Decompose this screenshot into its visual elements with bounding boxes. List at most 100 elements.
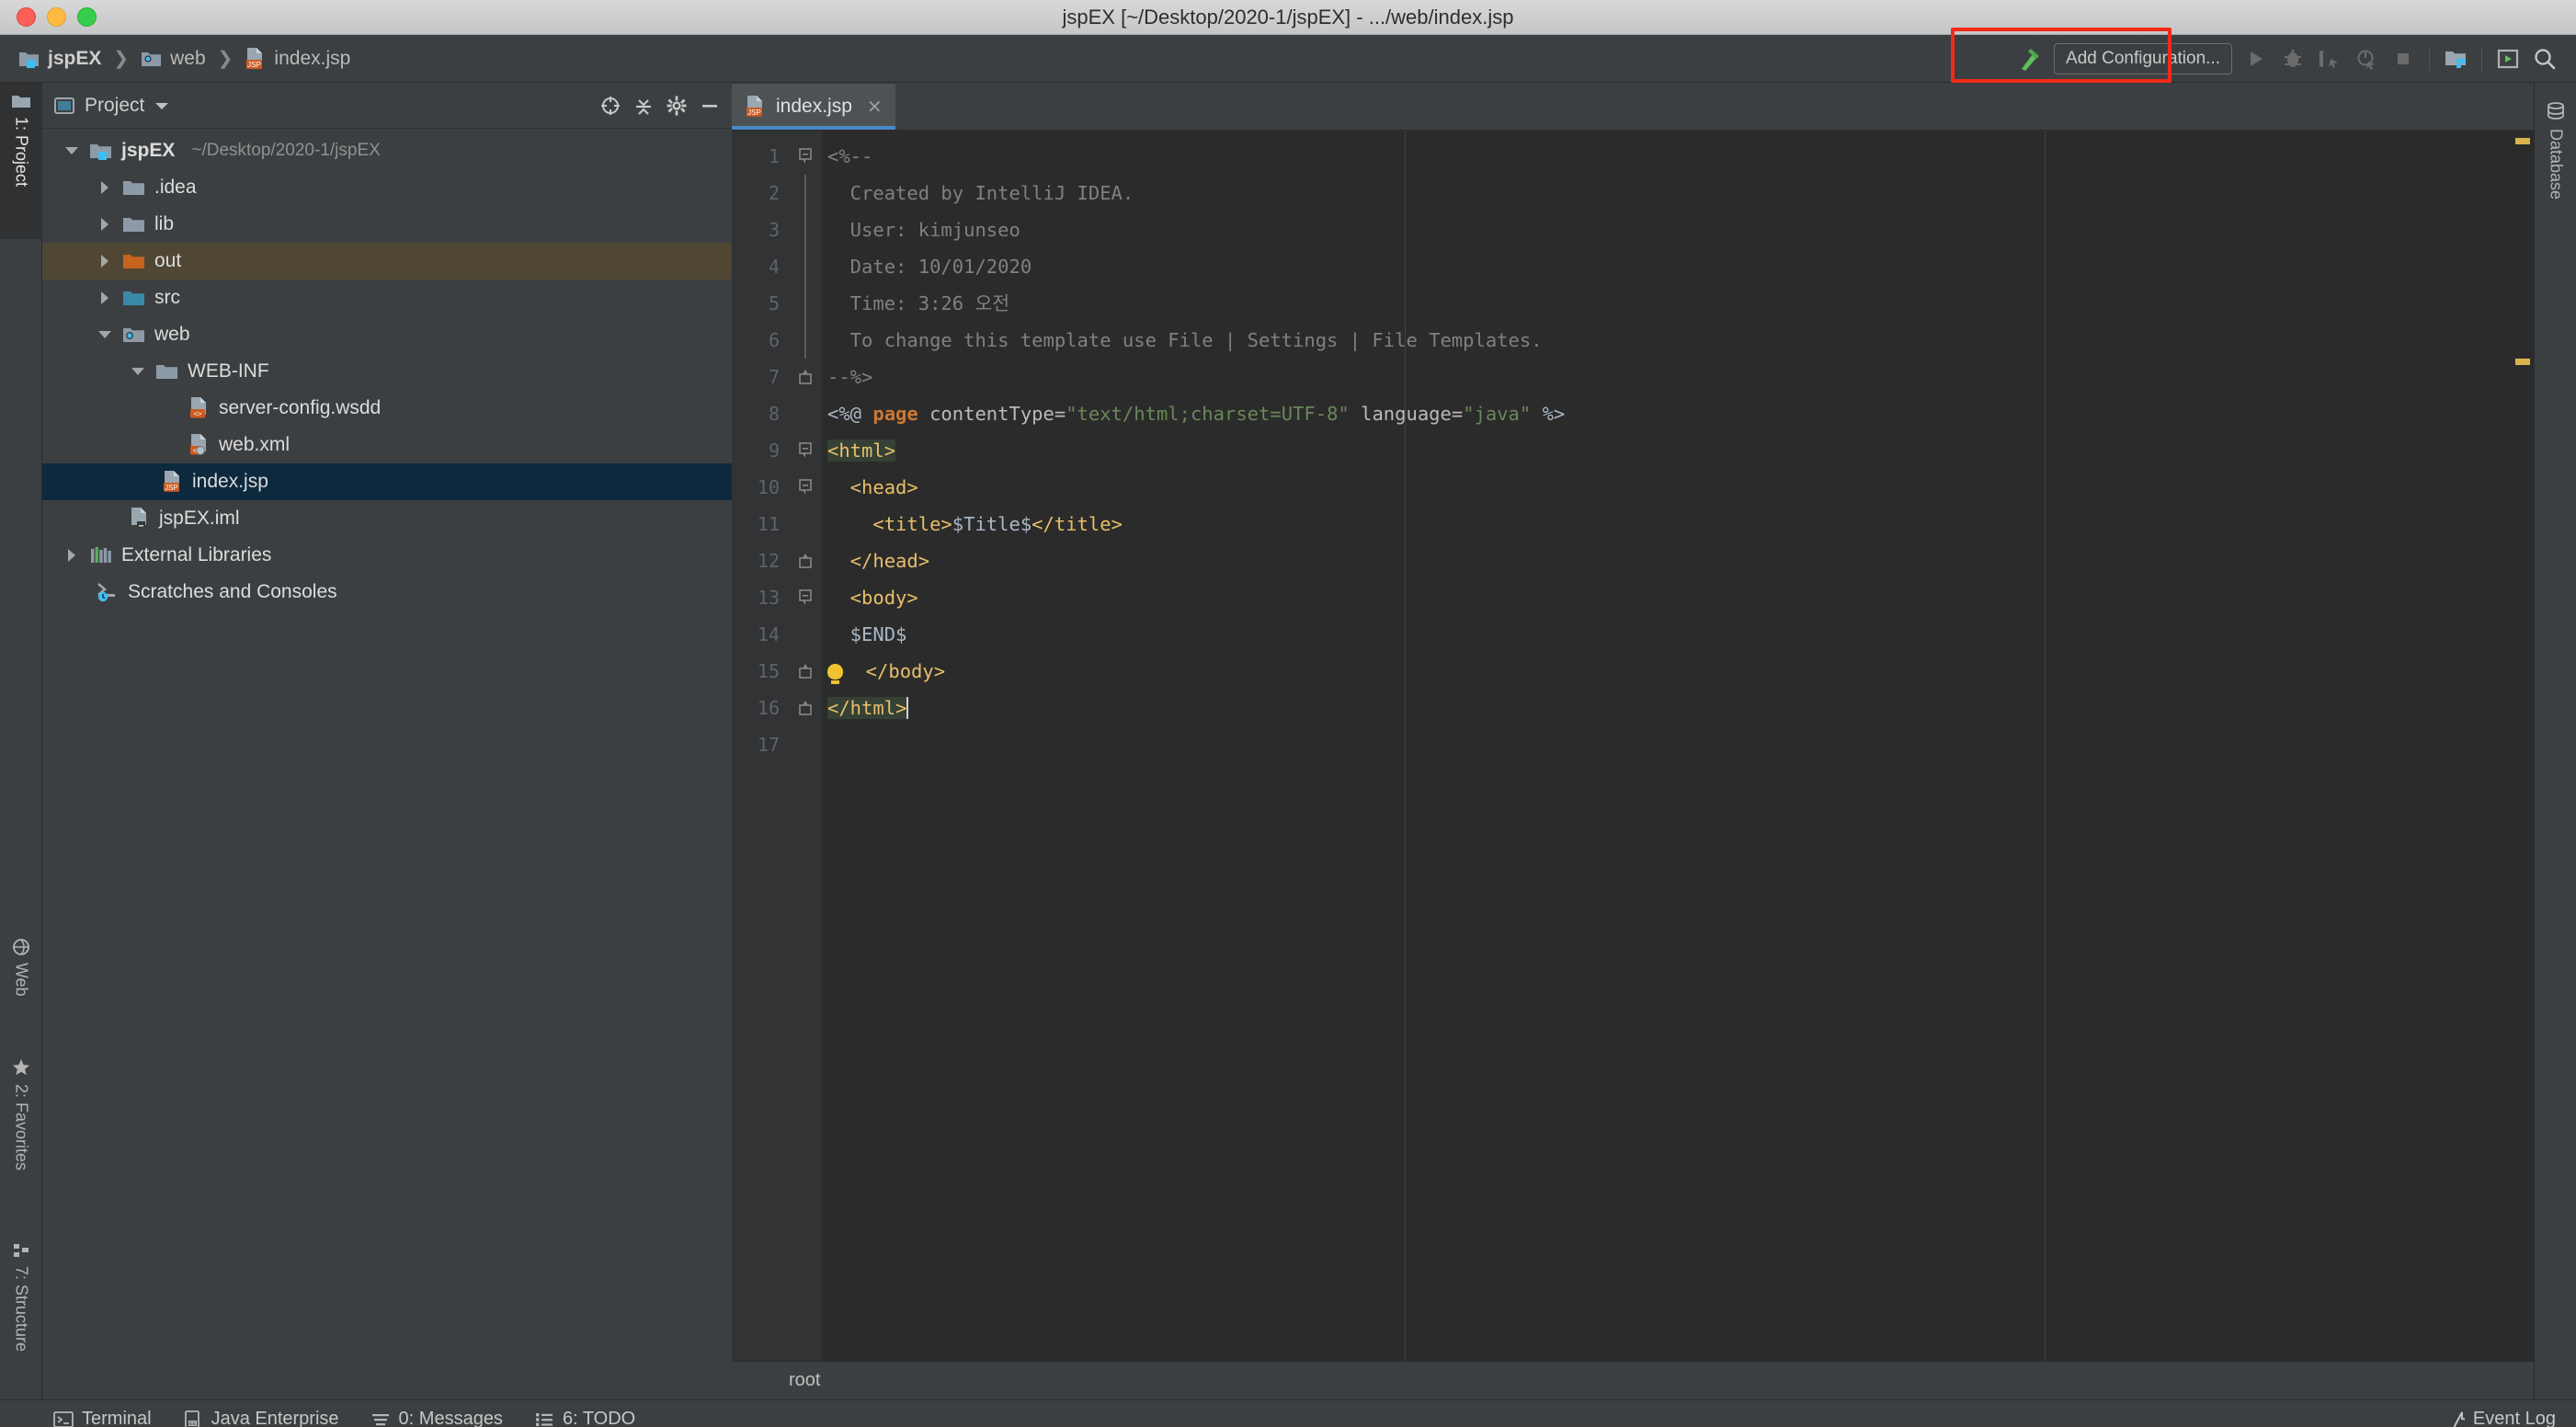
run-with-coverage-icon[interactable] [2311, 40, 2348, 77]
sidebar-item-web[interactable]: Web [0, 929, 42, 1039]
event-log-button[interactable]: Event Log [2445, 1409, 2576, 1427]
tree-node-server-config[interactable]: <> server-config.wsdd [42, 390, 732, 427]
twisty-right-icon[interactable] [96, 215, 114, 234]
tree-node-label: jspEX.iml [159, 508, 240, 529]
close-icon[interactable]: ✕ [867, 96, 883, 119]
java-enterprise-icon: EE [183, 1410, 203, 1427]
project-tree[interactable]: jspEX ~/Desktop/2020-1/jspEX .idea lib o… [42, 129, 732, 1399]
sidebar-item-database[interactable]: Database [2535, 94, 2576, 200]
breadcrumb-label: web [170, 47, 206, 69]
tool-window-messages[interactable]: 0: Messages [370, 1409, 503, 1427]
warning-marker[interactable] [2515, 359, 2530, 365]
svg-text:JSP: JSP [747, 108, 761, 117]
stop-icon[interactable] [2385, 40, 2422, 77]
close-button[interactable] [17, 7, 36, 27]
tree-node-label: web [154, 324, 190, 345]
locate-icon[interactable] [599, 95, 621, 117]
tree-node-idea[interactable]: .idea [42, 169, 732, 206]
fold-end-icon[interactable] [789, 359, 822, 395]
chevron-down-icon[interactable] [154, 99, 170, 112]
line-number: 16 [757, 697, 780, 719]
intention-bulb-icon[interactable] [827, 664, 843, 684]
error-stripe-marker-bar[interactable] [2510, 131, 2534, 1361]
run-icon[interactable] [2238, 40, 2274, 77]
breadcrumb-item-project[interactable]: jspEX [15, 46, 105, 72]
breadcrumb-item-web[interactable]: web [137, 46, 210, 72]
tree-node-lib[interactable]: lib [42, 206, 732, 243]
tree-node-scratches[interactable]: Scratches and Consoles [42, 574, 732, 611]
fold-start-icon[interactable] [789, 432, 822, 469]
tree-node-web[interactable]: web [42, 316, 732, 353]
twisty-right-icon[interactable] [96, 252, 114, 270]
twisty-down-icon[interactable] [129, 362, 147, 381]
tree-node-web-xml[interactable]: < web.xml [42, 427, 732, 463]
tool-window-label: Terminal [82, 1409, 152, 1427]
code-token: <%@ [827, 403, 873, 425]
twisty-down-icon[interactable] [63, 142, 81, 160]
code-line-1: <%-- [827, 145, 873, 167]
breadcrumb-item-file[interactable]: JSP index.jsp [241, 45, 354, 73]
main-toolbar: Add Configuration... [2012, 40, 2576, 77]
tree-node-jspEX[interactable]: jspEX ~/Desktop/2020-1/jspEX [42, 132, 732, 169]
collapse-all-icon[interactable] [633, 95, 655, 117]
code-line-15: </body> [843, 660, 946, 682]
tree-node-external-libraries[interactable]: External Libraries [42, 537, 732, 574]
build-hammer-icon[interactable] [2012, 40, 2048, 77]
fold-start-icon[interactable] [789, 138, 822, 175]
tool-window-java-enterprise[interactable]: EE Java Enterprise [183, 1409, 339, 1427]
twisty-right-icon[interactable] [63, 546, 81, 565]
fold-end-icon[interactable] [789, 690, 822, 726]
bottom-tool-window-bar: Terminal EE Java Enterprise 0: Messages … [0, 1399, 2576, 1427]
hide-icon[interactable] [699, 95, 721, 117]
window-title: jspEX [~/Desktop/2020-1/jspEX] - .../web… [1062, 5, 1514, 29]
sidebar-item-project[interactable]: 1: Project [0, 83, 42, 239]
search-everywhere-icon[interactable] [2526, 40, 2563, 77]
tab-index-jsp[interactable]: JSP index.jsp ✕ [732, 84, 895, 130]
web-folder-icon [141, 49, 163, 69]
code-token-keyword: page [872, 403, 918, 425]
tree-node-label: .idea [154, 177, 197, 198]
code-editor[interactable]: 1 2 3 4 5 6 7 8 9 10 11 12 13 14 15 16 1… [732, 131, 2534, 1361]
update-project-icon[interactable] [2490, 40, 2526, 77]
twisty-down-icon[interactable] [96, 325, 114, 344]
tree-node-label: src [154, 287, 180, 308]
warning-marker[interactable] [2515, 138, 2530, 144]
tree-node-index-jsp[interactable]: JSP index.jsp [42, 463, 732, 500]
add-configuration-button[interactable]: Add Configuration... [2054, 42, 2232, 74]
tree-node-src[interactable]: src [42, 280, 732, 316]
debug-icon[interactable] [2274, 40, 2311, 77]
fold-start-icon[interactable] [789, 469, 822, 506]
event-log-icon [2445, 1410, 2465, 1427]
code-text[interactable]: <%-- Created by IntelliJ IDEA. User: kim… [822, 131, 2510, 1361]
twisty-right-icon[interactable] [96, 289, 114, 307]
svg-text:EE: EE [188, 1421, 196, 1427]
fold-end-icon[interactable] [789, 653, 822, 690]
tool-window-terminal[interactable]: Terminal [53, 1409, 152, 1427]
profile-icon[interactable] [2348, 40, 2385, 77]
sidebar-item-favorites[interactable]: 2: Favorites [0, 1048, 42, 1223]
code-line-10: <head> [827, 476, 918, 498]
tree-node-label: jspEX [121, 140, 176, 161]
tree-node-out[interactable]: out [42, 243, 732, 280]
sidebar-item-structure[interactable]: 7: Structure [0, 1232, 42, 1407]
code-folding-gutter[interactable] [789, 131, 822, 1361]
twisty-right-icon[interactable] [96, 178, 114, 197]
toolbar-divider [2481, 46, 2482, 71]
xml-file-icon: <> [188, 396, 211, 420]
project-panel-header: Project [42, 83, 732, 129]
editor-breadcrumb[interactable]: root [732, 1361, 2534, 1399]
tree-node-WEB-INF[interactable]: WEB-INF [42, 353, 732, 390]
editor-breadcrumb-label: root [789, 1370, 821, 1390]
gear-icon[interactable] [666, 95, 688, 117]
tool-window-todo[interactable]: 6: TODO [534, 1409, 635, 1427]
minimize-button[interactable] [47, 7, 66, 27]
code-line-2: Created by IntelliJ IDEA. [827, 182, 1134, 204]
folder-gray-icon [122, 177, 146, 198]
fold-end-icon[interactable] [789, 542, 822, 579]
window-controls[interactable] [17, 7, 97, 27]
fold-start-icon[interactable] [789, 579, 822, 616]
tree-node-jspEX-iml[interactable]: jspEX.iml [42, 500, 732, 537]
project-structure-icon[interactable] [2437, 40, 2474, 77]
maximize-button[interactable] [77, 7, 97, 27]
